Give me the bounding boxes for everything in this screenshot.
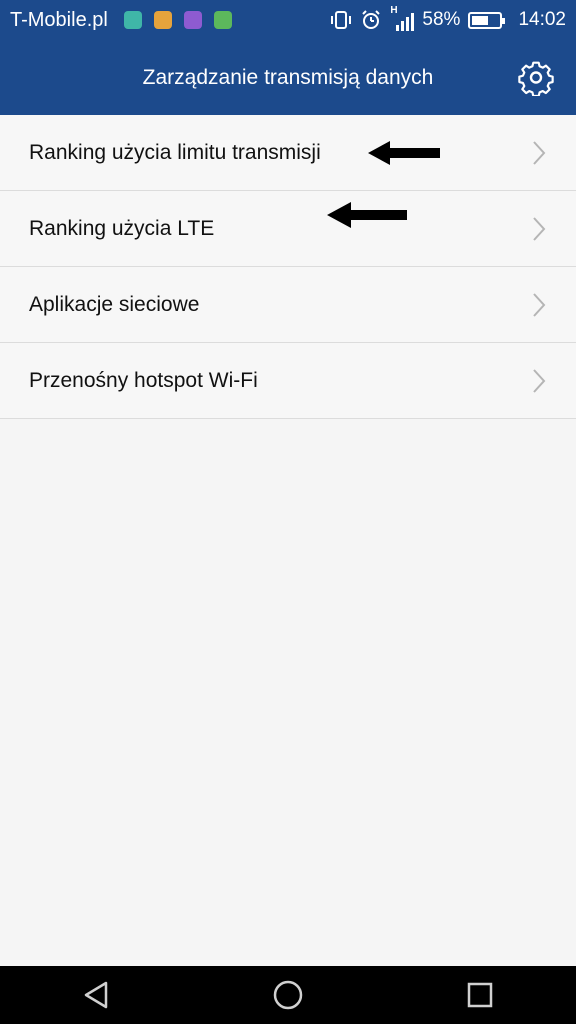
menu-item-label: Aplikacje sieciowe <box>29 292 200 316</box>
signal-strength-icon: H <box>390 5 415 31</box>
status-right: H 58% 14:02 <box>330 5 566 31</box>
battery-app-icon <box>213 11 232 29</box>
menu-item-data-limit-ranking[interactable]: Ranking użycia limitu transmisji <box>0 115 576 191</box>
home-button[interactable] <box>268 975 308 1015</box>
settings-list: Ranking użycia limitu transmisji Ranking… <box>0 115 576 419</box>
chevron-right-icon <box>533 368 546 393</box>
app-bar: Zarządzanie transmisją danych <box>0 40 576 115</box>
menu-item-lte-ranking[interactable]: Ranking użycia LTE <box>0 191 576 267</box>
battery-fill <box>472 15 488 25</box>
sim-card-icon <box>153 11 172 29</box>
chevron-right-icon <box>533 140 546 165</box>
menu-item-label: Przenośny hotspot Wi-Fi <box>29 368 258 392</box>
annotation-arrow-icon <box>327 202 407 228</box>
status-left: T-Mobile.pl <box>10 9 232 32</box>
recents-button[interactable] <box>460 975 500 1015</box>
page-title: Zarządzanie transmisją danych <box>142 65 434 89</box>
vibrate-icon <box>331 11 352 29</box>
gear-icon[interactable] <box>518 60 554 96</box>
menu-item-label: Ranking użycia limitu transmisji <box>29 140 321 164</box>
recents-square-icon <box>467 982 493 1008</box>
home-circle-icon <box>273 980 303 1010</box>
back-triangle-icon <box>84 981 108 1009</box>
annotation-arrow-icon <box>368 141 440 165</box>
menu-item-network-apps[interactable]: Aplikacje sieciowe <box>0 267 576 343</box>
menu-item-label: Ranking użycia LTE <box>29 216 215 240</box>
alarm-icon <box>362 10 381 29</box>
chat-app-icon <box>123 11 142 29</box>
back-button[interactable] <box>76 975 116 1015</box>
chevron-right-icon <box>533 216 546 241</box>
chevron-right-icon <box>533 292 546 317</box>
carrier-name: T-Mobile.pl <box>10 8 108 31</box>
battery-icon <box>468 11 506 29</box>
battery-percent: 58% <box>422 9 461 30</box>
menu-item-wifi-hotspot[interactable]: Przenośny hotspot Wi-Fi <box>0 343 576 419</box>
network-type-label: H <box>390 5 398 16</box>
navigation-bar <box>0 966 576 1024</box>
gallery-icon <box>183 11 202 29</box>
clock: 14:02 <box>518 9 566 30</box>
status-bar: T-Mobile.pl H 58% 14:02 <box>0 0 576 40</box>
